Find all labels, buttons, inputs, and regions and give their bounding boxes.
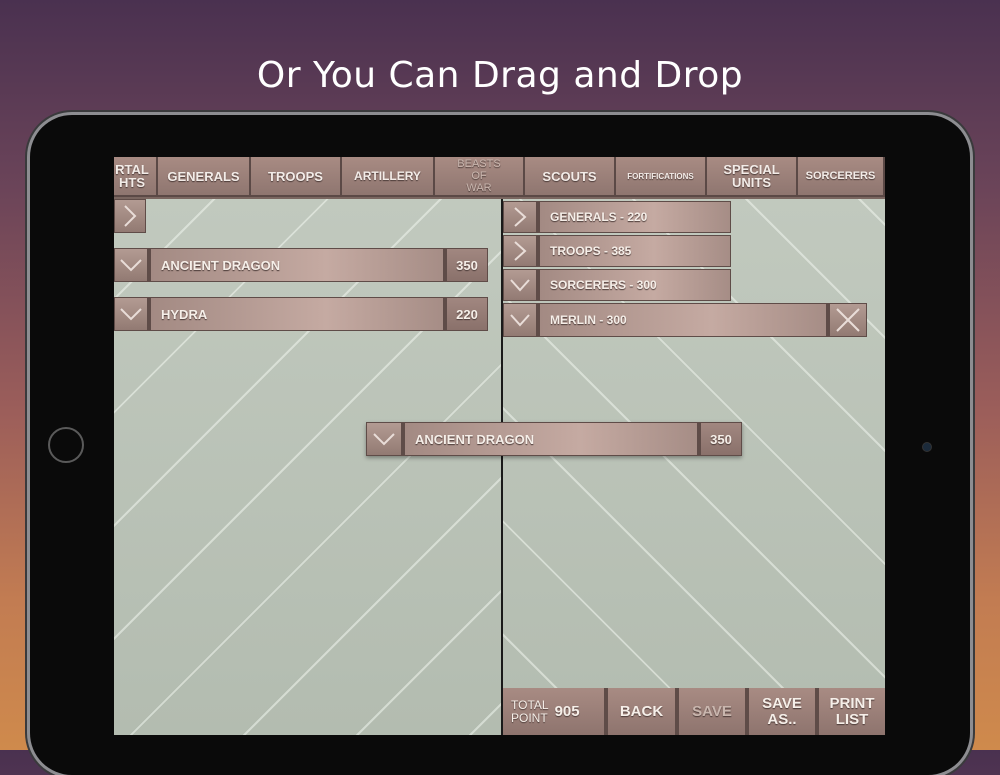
app-screen: RTAL HTS GENERALS TROOPS ARTILLERY BEAST… (114, 157, 885, 735)
unit-points: 220 (444, 297, 488, 331)
group-label: SORCERERS - 300 (537, 269, 731, 301)
remove-entry-button[interactable] (827, 303, 867, 337)
army-list-panel: GENERALS - 220 TROOPS - 385 SORCERERS - … (503, 199, 885, 735)
chevron-right-icon (124, 205, 137, 227)
home-button (48, 427, 84, 463)
unit-name: ANCIENT DRAGON (402, 422, 698, 456)
chevron-down-icon (510, 279, 530, 292)
tab-special-units[interactable]: SPECIAL UNITS (707, 157, 798, 197)
chevron-right-icon (514, 241, 527, 261)
list-item[interactable]: ANCIENT DRAGON 350 (114, 248, 488, 282)
unit-points: 350 (444, 248, 488, 282)
group-row-troops[interactable]: TROOPS - 385 (503, 235, 731, 267)
close-icon (836, 308, 860, 332)
total-label-line-2: POINT (511, 710, 548, 725)
camera-dot (922, 442, 932, 452)
category-tab-bar: RTAL HTS GENERALS TROOPS ARTILLERY BEAST… (114, 157, 885, 199)
tab-immortal-knights[interactable]: RTAL HTS (114, 157, 158, 197)
expand-toggle[interactable] (503, 235, 537, 267)
total-points: TOTAL POINT 905 (503, 688, 604, 735)
entry-row-merlin[interactable]: MERLIN - 300 (503, 303, 867, 337)
chevron-down-icon (120, 308, 142, 321)
expand-toggle[interactable] (114, 297, 148, 331)
bottom-toolbar: TOTAL POINT 905 BACK SAVE SAVE AS.. PRIN… (503, 688, 885, 735)
tab-generals[interactable]: GENERALS (158, 157, 251, 197)
tab-troops[interactable]: TROOPS (251, 157, 342, 197)
print-list-button[interactable]: PRINT LIST (817, 688, 885, 735)
chevron-right-icon (514, 207, 527, 227)
group-label: GENERALS - 220 (537, 201, 731, 233)
chevron-down-icon (120, 259, 142, 272)
back-chevron-button[interactable] (114, 199, 146, 233)
unit-name: ANCIENT DRAGON (148, 248, 444, 282)
expand-toggle[interactable] (114, 248, 148, 282)
total-points-value: 905 (554, 702, 580, 720)
unit-list-panel: ANCIENT DRAGON 350 HYDRA 220 (114, 199, 501, 735)
expand-toggle[interactable] (503, 269, 537, 301)
entry-label: MERLIN - 300 (537, 303, 827, 337)
unit-name: HYDRA (148, 297, 444, 331)
chevron-down-icon (510, 314, 530, 327)
tab-fortifications[interactable]: FORTIFICATIONS (616, 157, 707, 197)
group-row-generals[interactable]: GENERALS - 220 (503, 201, 731, 233)
chevron-down-icon (373, 433, 395, 446)
total-label-line-1: TOTAL (511, 697, 549, 712)
expand-toggle[interactable] (503, 201, 537, 233)
promo-headline: Or You Can Drag and Drop (256, 55, 744, 96)
tab-sorcerers[interactable]: SORCERERS (798, 157, 885, 197)
unit-points: 350 (698, 422, 742, 456)
save-as-button[interactable]: SAVE AS.. (747, 688, 815, 735)
back-button[interactable]: BACK (606, 688, 675, 735)
expand-toggle[interactable] (366, 422, 402, 456)
save-button[interactable]: SAVE (677, 688, 745, 735)
list-item[interactable]: HYDRA 220 (114, 297, 488, 331)
tab-scouts[interactable]: SCOUTS (525, 157, 616, 197)
tab-artillery[interactable]: ARTILLERY (342, 157, 435, 197)
total-points-label: TOTAL POINT (511, 697, 549, 725)
expand-toggle[interactable] (503, 303, 537, 337)
group-label: TROOPS - 385 (537, 235, 731, 267)
tab-beasts-of-war[interactable]: BEASTS OF WAR (435, 157, 525, 197)
dragging-item[interactable]: ANCIENT DRAGON 350 (366, 422, 742, 456)
group-row-sorcerers[interactable]: SORCERERS - 300 (503, 269, 731, 301)
